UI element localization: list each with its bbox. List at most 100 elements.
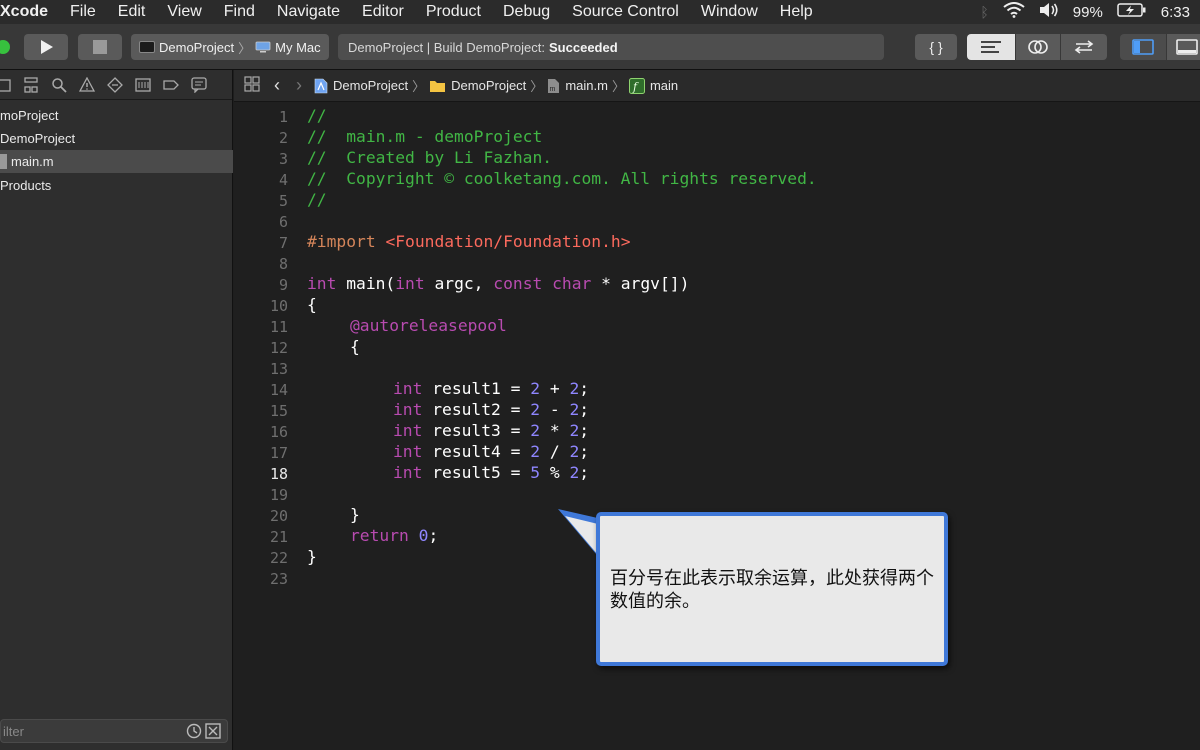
test-diamond-icon[interactable] [106, 76, 124, 94]
code-line-comment: // [307, 106, 327, 125]
m-file-icon: m [548, 78, 560, 93]
code-token: 5 [530, 463, 541, 482]
activity-text: DemoProject | Build DemoProject: [348, 39, 546, 55]
code-line-comment: // Created by Li Fazhan. [307, 148, 553, 167]
tree-item-project[interactable]: moProject [0, 104, 233, 127]
chevron-right-icon: 〉 [412, 79, 426, 94]
code-token: 0 [418, 526, 429, 545]
code-token: ; [579, 400, 590, 419]
code-token: int [393, 421, 423, 440]
chevron-right-icon: 〉 [611, 79, 625, 94]
menu-debug[interactable]: Debug [503, 3, 550, 21]
volume-icon[interactable] [1039, 2, 1059, 22]
code-line-result3: int result3 = 2 * 2; [393, 421, 589, 440]
crumb-label: main.m [565, 78, 608, 93]
menu-file[interactable]: File [70, 3, 96, 21]
m-file-icon [0, 154, 7, 169]
bluetooth-icon[interactable]: ᛒ [980, 4, 988, 20]
code-token: - [540, 400, 570, 419]
line-number: 13 [269, 360, 288, 378]
code-token: % [540, 463, 570, 482]
tree-item-group[interactable]: DemoProject [0, 127, 233, 150]
code-token: 2 [530, 421, 541, 440]
code-token: 2 [569, 442, 580, 461]
stop-button[interactable] [78, 34, 122, 60]
tree-item-main-m[interactable]: main.m [0, 150, 233, 173]
braces-icon: { } [929, 39, 943, 55]
crumb-label: main [649, 78, 679, 93]
menu-help[interactable]: Help [780, 3, 813, 21]
forward-arrow-icon[interactable]: › [296, 75, 302, 96]
breakpoint-icon[interactable] [162, 76, 180, 94]
folder-icon[interactable] [0, 76, 12, 94]
search-icon[interactable] [50, 76, 68, 94]
code-line-brace: } [307, 547, 317, 566]
crumb-file[interactable]: m main.m [547, 78, 608, 94]
menu-editor[interactable]: Editor [362, 3, 404, 21]
run-button[interactable] [24, 34, 68, 60]
project-file-icon [314, 78, 328, 93]
code-line-comment: // [307, 190, 327, 209]
menu-view[interactable]: View [167, 3, 201, 21]
menu-navigate[interactable]: Navigate [277, 3, 340, 21]
hierarchy-icon[interactable] [22, 76, 40, 94]
debug-area-toggle-button[interactable] [1167, 34, 1200, 60]
recent-clock-icon[interactable] [186, 723, 202, 744]
report-bubble-icon[interactable] [190, 76, 208, 94]
code-token: int [393, 442, 423, 461]
window-zoom-button[interactable] [0, 40, 10, 54]
code-token: result4 = [422, 442, 531, 461]
menu-product[interactable]: Product [426, 3, 481, 21]
code-token: return [350, 526, 409, 545]
battery-icon[interactable] [1117, 2, 1147, 22]
code-line-autoreleasepool: @autoreleasepool [350, 316, 507, 335]
code-token: #import [307, 232, 376, 251]
folder-icon [430, 80, 446, 92]
version-editor-button[interactable] [1061, 34, 1107, 60]
tree-item-products[interactable]: Products [0, 174, 233, 197]
crumb-function[interactable]: f main [628, 77, 679, 94]
menu-edit[interactable]: Edit [118, 3, 146, 21]
code-line-brace: { [307, 295, 317, 314]
line-number: 15 [269, 402, 288, 420]
warning-icon[interactable] [78, 76, 96, 94]
code-token: ; [579, 421, 590, 440]
toolbar: DemoProject 〉 My Mac DemoProject | Build… [0, 24, 1200, 70]
chevron-right-icon: 〉 [530, 79, 544, 94]
app-menu[interactable]: Xcode [0, 3, 48, 21]
debug-gauge-icon[interactable] [134, 76, 152, 94]
library-button[interactable]: { } [915, 34, 957, 60]
filter-placeholder: ilter [3, 723, 24, 739]
code-token: int [395, 274, 425, 293]
line-number: 19 [269, 486, 288, 504]
line-number: 17 [269, 444, 288, 462]
crumb-group[interactable]: DemoProject [429, 78, 526, 93]
standard-editor-button[interactable] [967, 34, 1015, 60]
assistant-editor-button[interactable] [1016, 34, 1060, 60]
scheme-selector[interactable]: DemoProject 〉 My Mac [131, 34, 329, 60]
stop-icon [93, 40, 107, 54]
line-number-current: 18 [269, 465, 288, 483]
tree-item-label: Products [0, 178, 52, 193]
line-number: 11 [269, 318, 288, 336]
clock[interactable]: 6:33 [1161, 4, 1190, 21]
play-icon [41, 40, 53, 54]
back-arrow-icon[interactable]: ‹ [274, 75, 280, 96]
line-number: 5 [278, 192, 288, 210]
navigator-toggle-button[interactable] [1120, 34, 1166, 60]
menu-source-control[interactable]: Source Control [572, 3, 679, 21]
crumb-project[interactable]: DemoProject [314, 78, 408, 94]
code-token: + [540, 379, 570, 398]
line-number: 2 [278, 129, 288, 147]
line-number: 7 [278, 234, 288, 252]
code-token: * argv[]) [591, 274, 690, 293]
related-items-grid-icon[interactable] [244, 76, 260, 95]
terminal-app-icon [139, 41, 155, 53]
callout-text: 百分号在此表示取余运算，此处获得两个数值的余。 [610, 568, 934, 612]
code-token: 2 [569, 379, 580, 398]
menu-window[interactable]: Window [701, 3, 758, 21]
scm-filter-icon[interactable] [205, 723, 221, 744]
menu-find[interactable]: Find [224, 3, 255, 21]
wifi-icon[interactable] [1003, 2, 1025, 22]
code-line-return: return 0; [350, 526, 438, 545]
